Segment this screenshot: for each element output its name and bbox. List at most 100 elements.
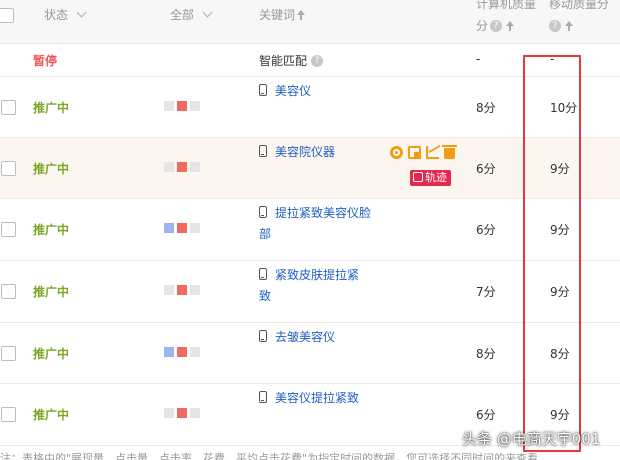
trend-chart-icon[interactable] — [426, 146, 439, 159]
device-indicator — [164, 223, 203, 233]
indicator-square — [190, 101, 200, 111]
keyword-sort[interactable]: 关键词 — [259, 7, 306, 23]
table-row: 推广中 紧致皮肤提拉紧致 7分 9分 — [0, 261, 620, 323]
status-text: 推广中 — [33, 347, 70, 361]
mobile-quality-score: 9分 — [550, 162, 570, 176]
row-checkbox[interactable] — [1, 407, 16, 422]
mobile-quality-score: - — [550, 52, 555, 66]
mobile-phone-icon — [259, 391, 267, 403]
indicator-square — [164, 408, 174, 418]
indicator-square — [190, 285, 200, 295]
track-button[interactable]: 轨迹 — [410, 170, 451, 186]
row-checkbox[interactable] — [1, 284, 16, 299]
table-row: 推广中 美容仪 8分 10分 — [0, 77, 620, 138]
device-indicator — [164, 408, 203, 418]
pc-quality-header[interactable]: 计算机质量 分? — [476, 0, 536, 34]
row-checkbox[interactable] — [1, 161, 16, 176]
status-text: 推广中 — [33, 223, 70, 237]
row-checkbox[interactable] — [1, 100, 16, 115]
mobile-phone-icon — [259, 84, 267, 96]
keyword-header-label: 关键词 — [259, 8, 296, 22]
watermark: 头条 @电商天宇001 — [462, 430, 601, 448]
copy-icon[interactable] — [408, 146, 421, 159]
sort-up-icon — [506, 21, 515, 31]
pc-quality-score: 6分 — [476, 223, 496, 237]
select-all-checkbox[interactable] — [0, 8, 14, 23]
device-indicator — [164, 101, 203, 111]
indicator-square — [190, 223, 200, 233]
trash-icon[interactable] — [442, 145, 457, 159]
mobile-phone-icon — [259, 330, 267, 342]
track-icon — [413, 172, 423, 182]
indicator-square — [164, 347, 174, 357]
indicator-square — [177, 347, 187, 357]
pc-quality-label-suffix: 分 — [476, 19, 489, 33]
indicator-square — [164, 285, 174, 295]
help-icon[interactable]: ? — [490, 19, 503, 32]
device-indicator — [164, 347, 203, 357]
chevron-down-icon — [202, 7, 213, 18]
keyword-link[interactable]: 美容仪 — [259, 81, 384, 102]
status-text: 暂停 — [33, 54, 58, 68]
keyword-link[interactable]: 提拉紧致美容仪脸部 — [259, 203, 371, 245]
mobile-quality-score: 8分 — [550, 347, 570, 361]
mobile-phone-icon — [259, 268, 267, 280]
mobile-quality-label: 移动质量分 — [549, 0, 610, 11]
indicator-square — [164, 162, 174, 172]
keyword-link[interactable]: 美容院仪器 — [259, 142, 384, 163]
mobile-quality-header[interactable]: 移动质量分 ? — [549, 0, 609, 34]
indicator-square — [164, 101, 174, 111]
pc-quality-label: 计算机质量 — [476, 0, 537, 11]
mobile-quality-score: 10分 — [550, 101, 578, 115]
row-actions — [390, 145, 460, 162]
pc-quality-score: 8分 — [476, 101, 496, 115]
indicator-square — [190, 408, 200, 418]
table-row: 推广中 去皱美容仪 8分 8分 — [0, 323, 620, 384]
indicator-square — [177, 408, 187, 418]
pc-quality-score: 8分 — [476, 347, 496, 361]
sort-up-icon — [565, 21, 573, 31]
indicator-square — [177, 101, 187, 111]
help-icon[interactable]: ? — [549, 19, 561, 32]
sort-up-icon — [297, 10, 306, 20]
status-header-label: 状态 — [44, 8, 69, 22]
smart-match-row: 暂停 智能匹配? - - — [0, 44, 620, 77]
status-filter[interactable]: 状态 — [44, 7, 87, 23]
mobile-quality-score: 9分 — [550, 408, 570, 422]
status-text: 推广中 — [33, 285, 70, 299]
row-checkbox[interactable] — [1, 346, 16, 361]
mobile-phone-icon — [259, 145, 267, 157]
indicator-square — [190, 162, 200, 172]
mobile-quality-score: 9分 — [550, 223, 570, 237]
mobile-quality-score: 9分 — [550, 285, 570, 299]
pc-quality-score: 7分 — [476, 285, 496, 299]
keyword-link[interactable]: 紧致皮肤提拉紧致 — [259, 265, 359, 307]
pc-quality-score: 6分 — [476, 408, 496, 422]
indicator-square — [190, 347, 200, 357]
indicator-square — [164, 223, 174, 233]
pc-quality-score: 6分 — [476, 162, 496, 176]
all-filter[interactable]: 全部 — [170, 7, 213, 23]
keyword-link[interactable]: 美容仪提拉紧致 — [259, 388, 384, 409]
pc-quality-score: - — [476, 52, 481, 66]
device-indicator — [164, 285, 203, 295]
indicator-square — [177, 162, 187, 172]
target-icon[interactable] — [390, 146, 403, 159]
indicator-square — [177, 285, 187, 295]
keyword-link[interactable]: 去皱美容仪 — [259, 327, 384, 348]
table-row: 推广中 美容院仪器 6分 9分 — [0, 138, 620, 199]
status-text: 推广中 — [33, 101, 70, 115]
mobile-phone-icon — [259, 206, 267, 218]
table-header: 状态 全部 关键词 计算机质量 分? 移动质量分 ? — [0, 0, 620, 44]
all-header-label: 全部 — [170, 8, 195, 22]
row-checkbox[interactable] — [1, 222, 16, 237]
table-row: 推广中 提拉紧致美容仪脸部 6分 9分 — [0, 199, 620, 261]
status-text: 推广中 — [33, 408, 70, 422]
footer-note: 注：表格中的"展现量、点击量、点击率、花费、平均点击花费"为指定时间的数据，您可… — [0, 452, 539, 460]
help-icon[interactable]: ? — [311, 54, 324, 67]
status-text: 推广中 — [33, 162, 70, 176]
chevron-down-icon — [76, 7, 87, 18]
indicator-square — [177, 223, 187, 233]
smart-match-label: 智能匹配? — [259, 52, 325, 69]
device-indicator — [164, 162, 203, 172]
